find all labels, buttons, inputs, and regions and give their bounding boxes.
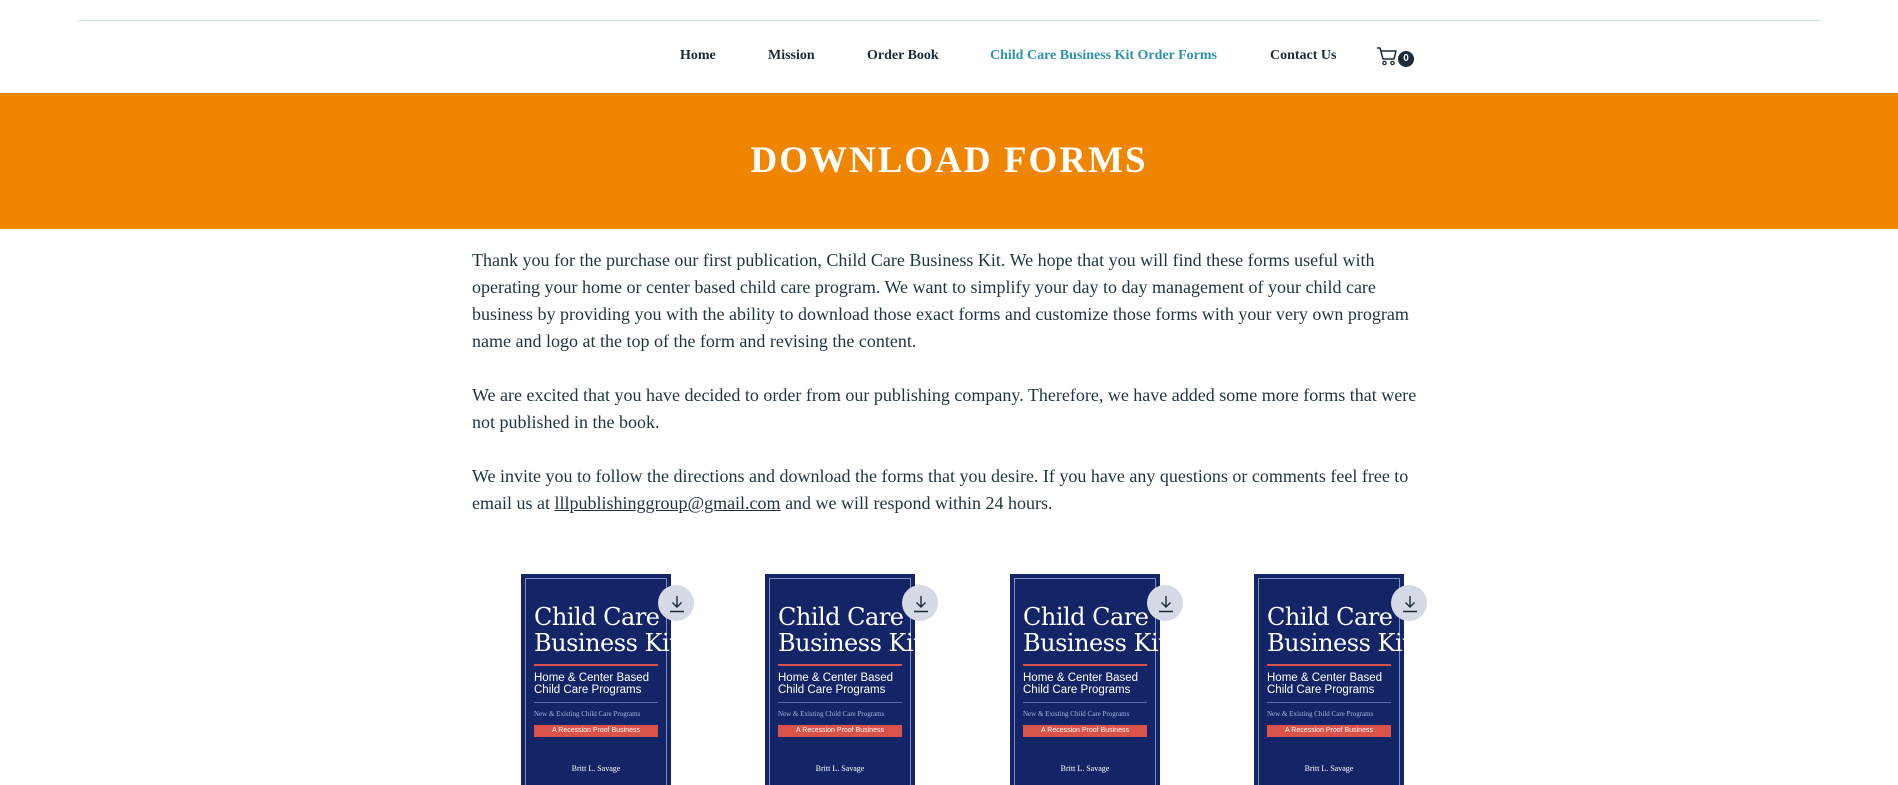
download-icon <box>1403 596 1417 613</box>
book-title: Child Care Business Kit <box>534 603 671 657</box>
book-author: Britt L. Savage <box>1060 764 1110 773</box>
cart-count-badge: 0 <box>1398 51 1414 67</box>
book-tagline: New & Existing Child Care Programs <box>534 710 641 718</box>
book-subtitle: Home & Center Based Child Care Programs <box>534 672 650 696</box>
book-tagline: New & Existing Child Care Programs <box>1267 710 1374 718</box>
book-author: Britt L. Savage <box>571 764 621 773</box>
download-button[interactable] <box>1147 585 1183 621</box>
intro-paragraph-3: We invite you to follow the directions a… <box>472 463 1422 517</box>
intro-paragraph-2: We are excited that you have decided to … <box>472 385 1417 432</box>
book-banner: A Recession Proof Business <box>1023 725 1147 737</box>
download-button[interactable] <box>902 585 938 621</box>
download-button[interactable] <box>658 585 694 621</box>
book-subtitle: Home & Center Based Child Care Programs <box>1023 672 1139 696</box>
nav-home[interactable]: Home <box>680 48 716 64</box>
form-book-cover[interactable]: Child Care Business Kit Home & Center Bas… <box>1254 574 1404 785</box>
main-nav: Home Mission Order Book Child Care Busin… <box>0 42 1898 72</box>
book-banner: A Recession Proof Business <box>1267 725 1391 737</box>
intro-text: Thank you for the purchase our first pub… <box>472 247 1422 544</box>
email-link[interactable]: lllpublishinggroup@gmail.com <box>554 493 780 513</box>
download-icon <box>1159 596 1173 613</box>
download-icon <box>914 596 928 613</box>
shopping-cart-icon <box>1377 47 1397 66</box>
forms-gallery: Child Care Business Kit Home & Center Bas… <box>0 574 1898 785</box>
book-banner: A Recession Proof Business <box>534 725 658 737</box>
book-tagline: New & Existing Child Care Programs <box>1023 710 1130 718</box>
download-icon <box>670 596 684 613</box>
paragraph-3-text-after: and we will respond within 24 hours. <box>780 493 1053 513</box>
book-subtitle: Home & Center Based Child Care Programs <box>778 672 894 696</box>
download-button[interactable] <box>1391 585 1427 621</box>
book-tagline: New & Existing Child Care Programs <box>778 710 885 718</box>
nav-order-forms[interactable]: Child Care Business Kit Order Forms <box>990 48 1217 64</box>
book-banner: A Recession Proof Business <box>778 725 902 737</box>
form-book-cover[interactable]: Child Care Business Kit Home & Center Bas… <box>1010 574 1160 785</box>
cart-button[interactable]: 0 <box>1376 45 1418 69</box>
nav-order-book[interactable]: Order Book <box>867 48 939 64</box>
form-book-cover[interactable]: Child Care Business Kit Home & Center Bas… <box>765 574 915 785</box>
book-title: Child Care Business Kit <box>1023 603 1160 657</box>
book-title: Child Care Business Kit <box>778 603 915 657</box>
page-title: DOWNLOAD FORMS <box>750 140 1148 181</box>
book-author: Britt L. Savage <box>815 764 865 773</box>
book-title: Child Care Business Kit <box>1267 603 1404 657</box>
nav-mission[interactable]: Mission <box>768 48 815 64</box>
book-author: Britt L. Savage <box>1304 764 1354 773</box>
top-divider <box>78 20 1821 21</box>
intro-paragraph-1: Thank you for the purchase our first pub… <box>472 250 1409 351</box>
book-subtitle: Home & Center Based Child Care Programs <box>1267 672 1383 696</box>
page-banner: DOWNLOAD FORMS <box>0 93 1898 229</box>
form-book-cover[interactable]: Child Care Business Kit Home & Center Bas… <box>521 574 671 785</box>
nav-contact-us[interactable]: Contact Us <box>1270 48 1337 64</box>
